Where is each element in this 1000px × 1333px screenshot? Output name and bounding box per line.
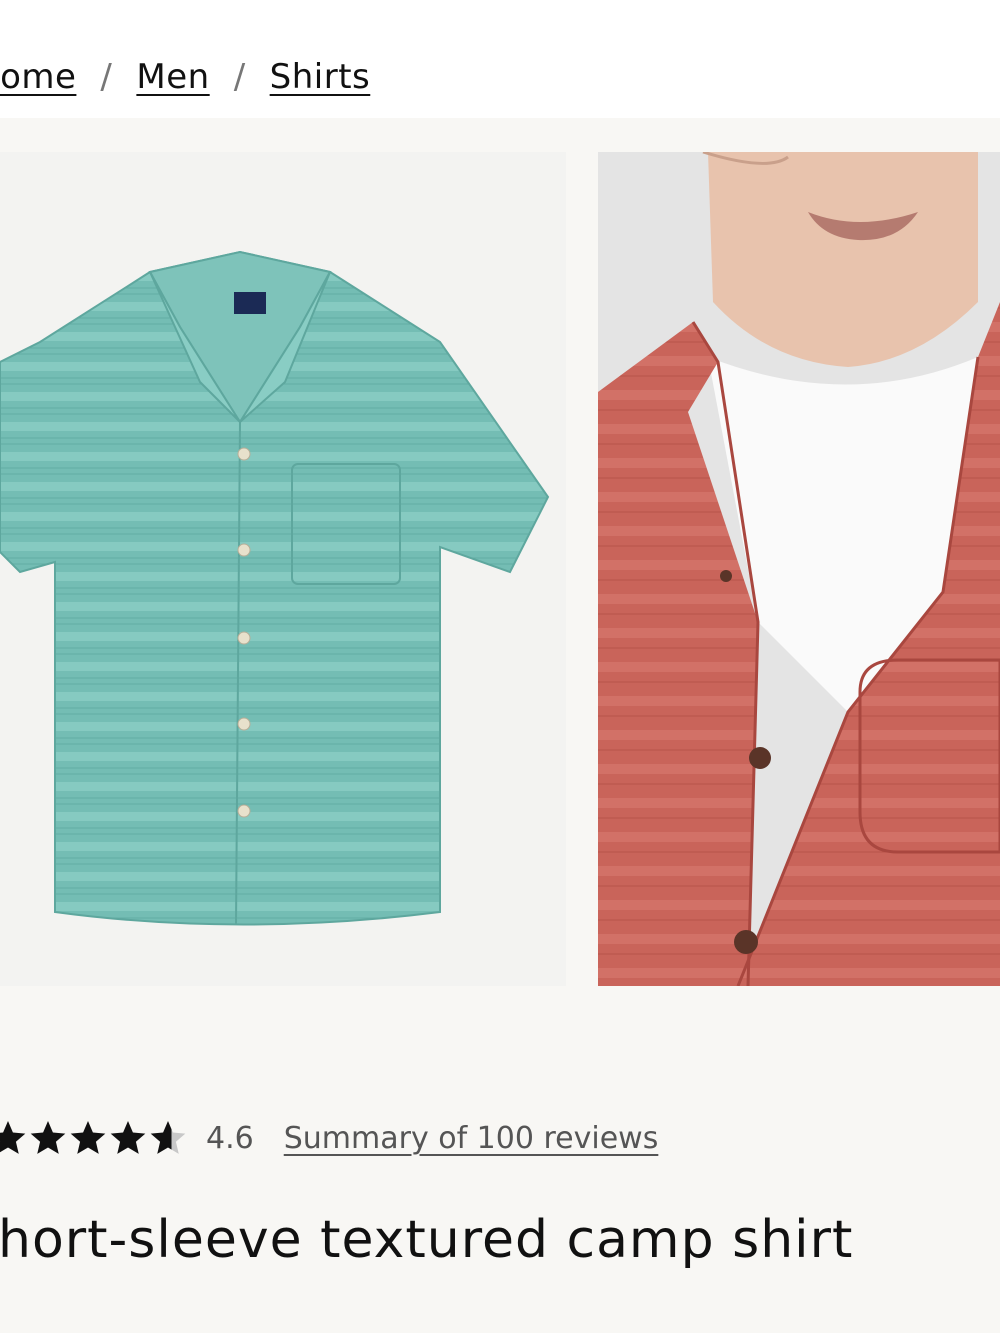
breadcrumb-men-link[interactable]: Men [136,57,209,97]
reviews-summary-link[interactable]: Summary of 100 reviews [284,1121,659,1156]
star-icon [70,1121,106,1154]
breadcrumb: Home / Men / Shirts [0,52,370,102]
star-icon [110,1121,146,1154]
star-rating [0,1118,188,1158]
product-rating-row: 4.6 Summary of 100 reviews [0,1112,658,1164]
breadcrumb-separator: / [100,57,113,97]
breadcrumb-shirts-link[interactable]: Shirts [270,57,371,97]
rating-value: 4.6 [206,1120,254,1156]
partial-star-icon [150,1121,186,1154]
breadcrumb-separator: / [233,57,246,97]
star-icon [30,1121,66,1154]
product-title-text: Short-sleeve textured camp shirt [0,1210,854,1270]
product-image-teal-shirt[interactable] [0,152,566,986]
product-title: Short-sleeve textured camp shirt [0,1210,1000,1270]
teal-camp-shirt-flat-lay-image [0,152,566,986]
product-image-gallery: 4.6 Summary of 100 reviews Short-sleeve … [0,118,1000,1333]
product-image-red-shirt[interactable] [598,152,1000,986]
star-icon [0,1121,26,1154]
red-camp-shirt-model-image [598,152,1000,986]
breadcrumb-home-link[interactable]: Home [0,57,76,97]
